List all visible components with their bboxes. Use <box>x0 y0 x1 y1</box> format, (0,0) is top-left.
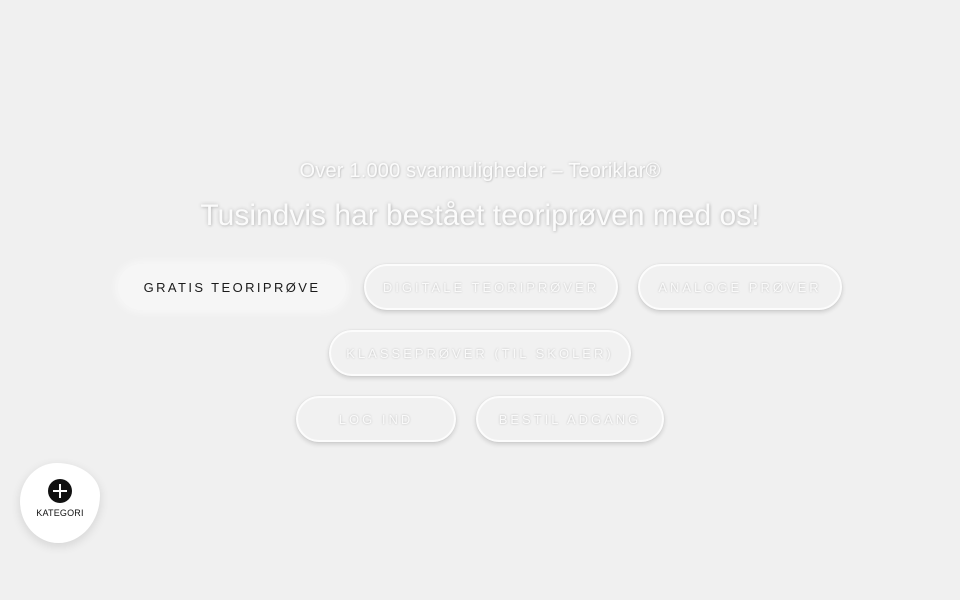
free-test-button[interactable]: GRATIS TEORIPRØVE <box>118 264 346 310</box>
get-access-button[interactable]: BESTIL ADGANG <box>476 396 664 442</box>
digital-test-button[interactable]: DIGITALE TEORIPRØVER <box>364 264 618 310</box>
page: Over 1.000 svarmuligheder – Teoriklar® T… <box>0 0 960 600</box>
login-button[interactable]: LOG IND <box>296 396 456 442</box>
class-tests-button[interactable]: KLASSEPRØVER (TIL SKOLER) <box>329 330 631 376</box>
plus-circle-icon <box>48 479 72 503</box>
hero-subtitle: Over 1.000 svarmuligheder – Teoriklar® <box>299 160 661 182</box>
analog-test-button[interactable]: ANALOGE PRØVER <box>638 264 842 310</box>
category-fab-button[interactable]: KATEGORI <box>20 463 100 543</box>
hero-headline: Tusindvis har bestået teoriprøven med os… <box>200 199 760 232</box>
category-label: KATEGORI <box>36 508 84 518</box>
